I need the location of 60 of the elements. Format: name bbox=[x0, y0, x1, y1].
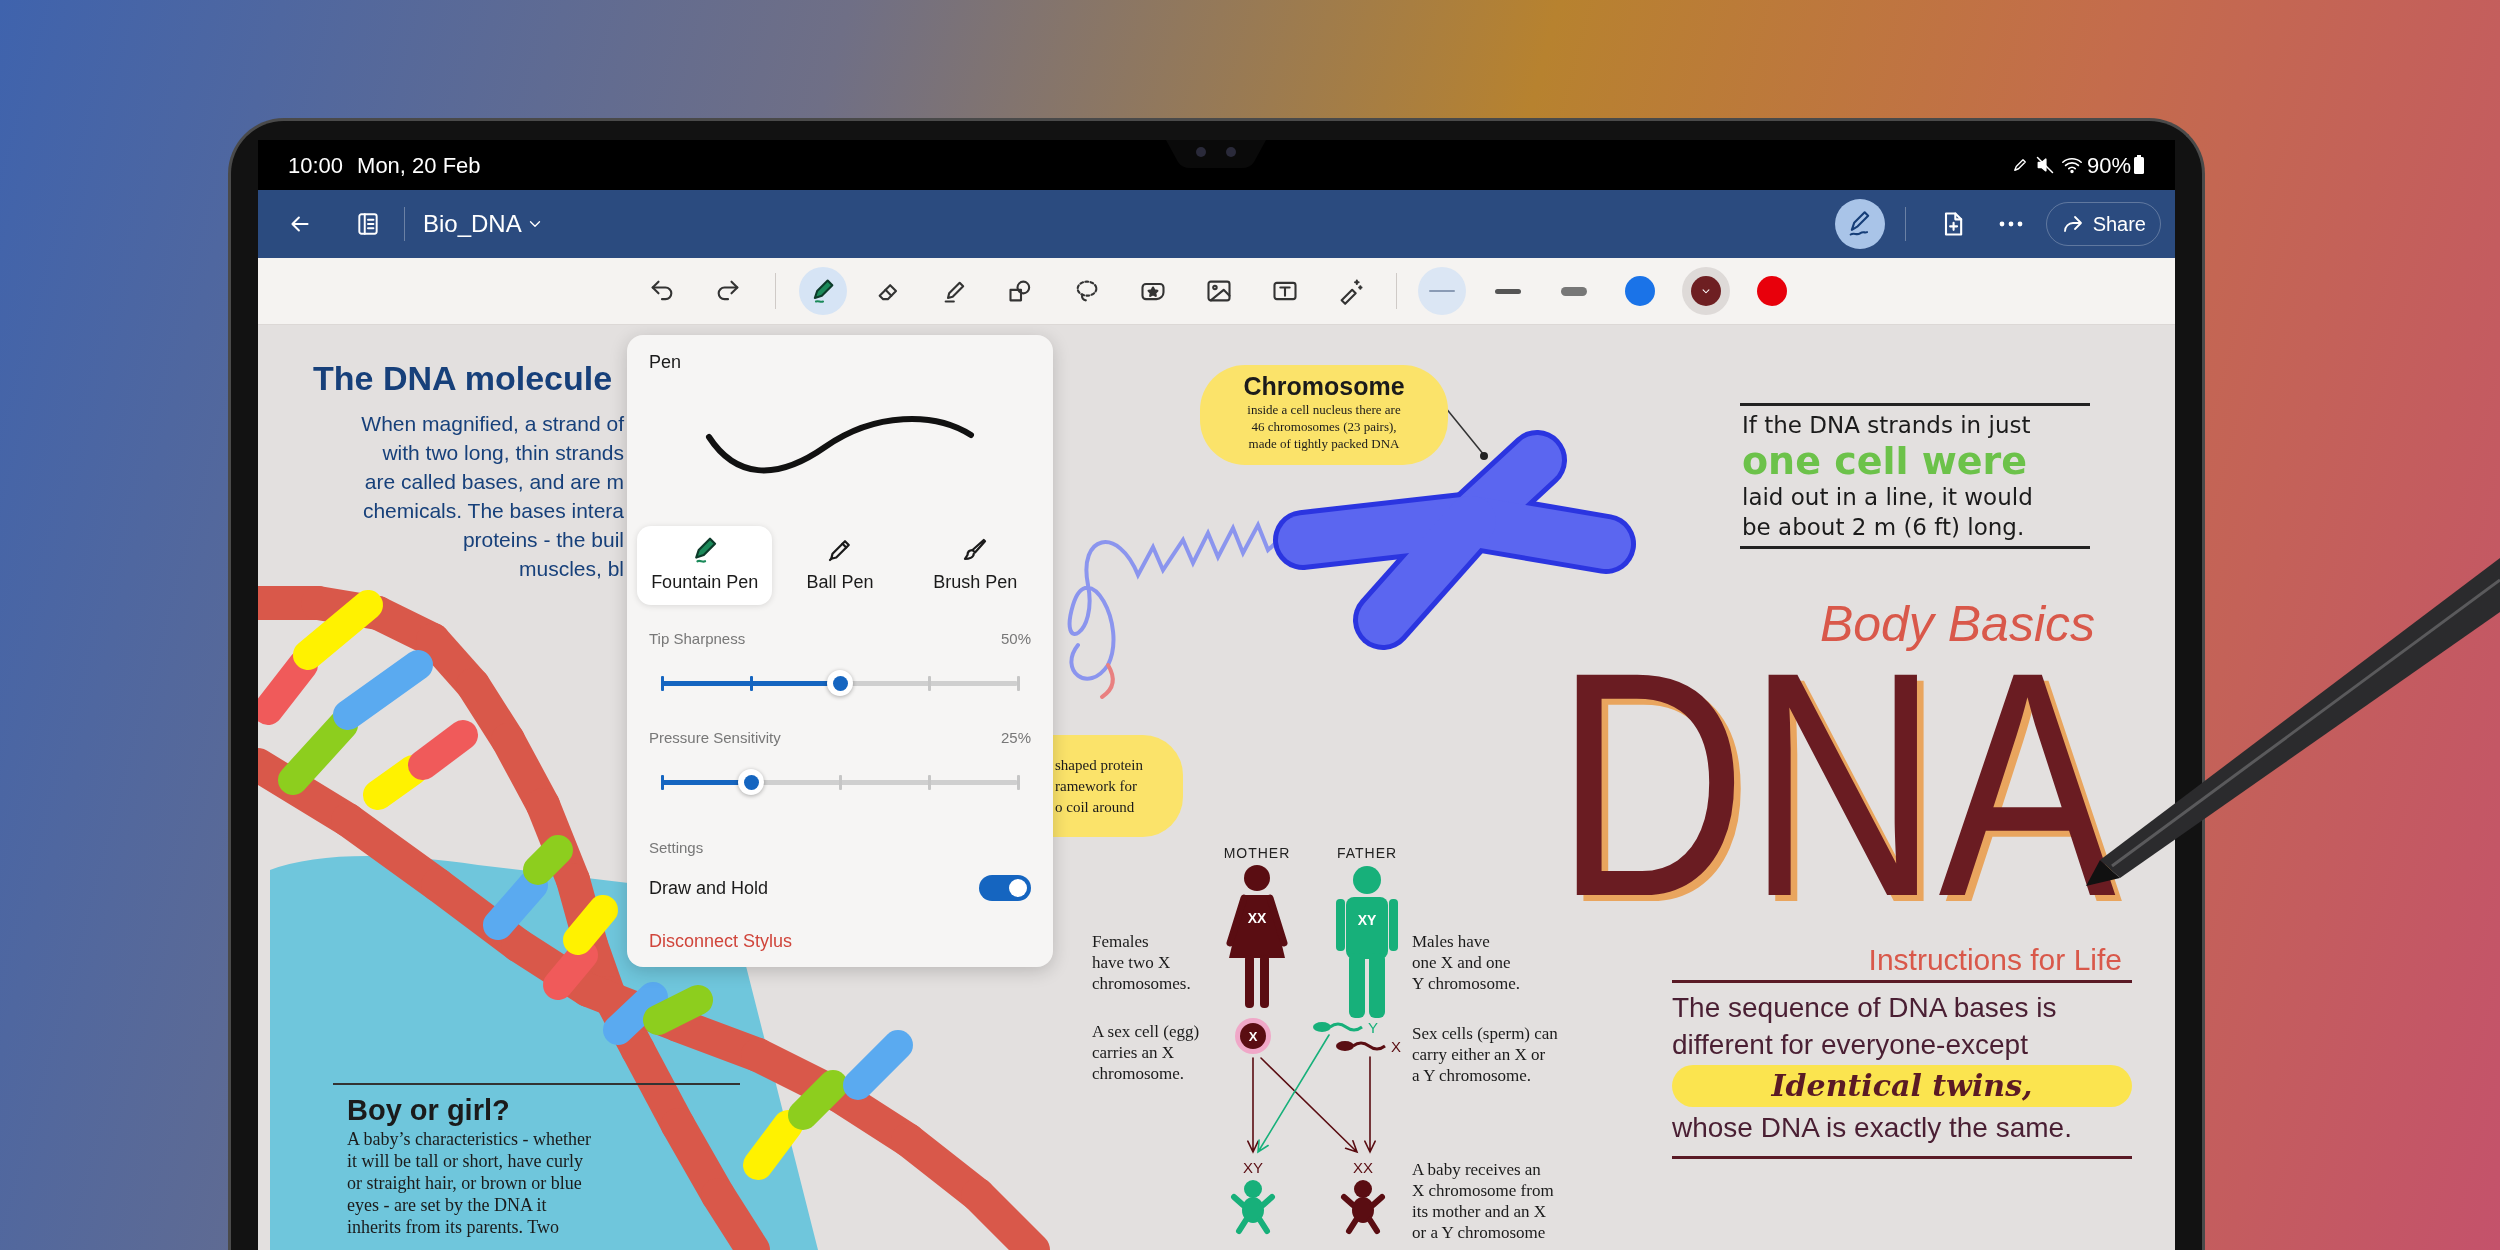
note-paragraph: Males have one X and one Y chromosome. bbox=[1412, 931, 1520, 994]
paragraph: A baby’s characteristics - whether it will be tall or short, have curly or straight hair, or brown or blue eyes - are set by the DNA it inherits from its parents. Two bbox=[347, 1128, 591, 1238]
base-pair-bar bbox=[523, 835, 573, 885]
popup-title: Pen bbox=[649, 350, 682, 374]
slider-thumb[interactable] bbox=[827, 670, 853, 696]
chromosome-label: XY bbox=[1357, 912, 1377, 928]
pen-type-option[interactable]: Ball Pen bbox=[772, 526, 908, 605]
pen-type-option[interactable]: Fountain Pen bbox=[637, 526, 773, 605]
callout-text: inside a cell nucleus there are 46 chromosomes (23 pairs), made of tightly packed DNA bbox=[1247, 401, 1401, 452]
note-paragraph: A baby receives an X chromosome from its mother and an X or a Y chromosome bbox=[1412, 1159, 1554, 1243]
toggle-switch[interactable] bbox=[979, 875, 1031, 901]
title-lettering: DNA bbox=[1555, 659, 2116, 909]
pen-type-option[interactable]: Brush Pen bbox=[907, 526, 1043, 605]
note-title-menu[interactable]: Bio_DNA bbox=[423, 206, 544, 242]
parent-label: MOTHER bbox=[1223, 845, 1291, 861]
chromosome-label: X bbox=[1391, 1038, 1401, 1055]
section-heading: Settings bbox=[649, 837, 704, 858]
slider-value: 25% bbox=[1000, 727, 1031, 748]
heading: Boy or girl? bbox=[347, 1093, 510, 1128]
note-paragraph: A sex cell (egg) carries an X chromosome. bbox=[1092, 1021, 1200, 1084]
base-pair-bar bbox=[788, 1070, 848, 1130]
base-pair-bar bbox=[843, 1030, 913, 1100]
pen-tool[interactable] bbox=[798, 267, 847, 315]
date-text: Mon, 20 Feb bbox=[357, 151, 481, 180]
egg-cell bbox=[1235, 1018, 1271, 1054]
handwritten-paragraph: When magnified, a strand of with two long, thin strands are called bases, and are m chemicals. The bases intera proteins - the buil muscles, bl bbox=[360, 411, 624, 582]
note-paragraph: Sex cells (sperm) can carry either an X or a Y chromosome. bbox=[1412, 1023, 1558, 1086]
base-pair-bar bbox=[643, 985, 713, 1035]
slider-label: Pressure Sensitivity bbox=[649, 727, 781, 748]
subheading: Instructions for Life bbox=[1868, 942, 2122, 978]
base-pair-bar bbox=[603, 982, 668, 1045]
mute-icon bbox=[2034, 155, 2055, 175]
slider-label: Tip Sharpness bbox=[649, 628, 746, 649]
setting-label: Draw and Hold bbox=[649, 876, 769, 900]
chromosome-label: Y bbox=[1368, 1019, 1378, 1036]
more-icon bbox=[1998, 221, 2023, 227]
chromosome-label: XX bbox=[1353, 1159, 1373, 1176]
base-pair-bar bbox=[563, 895, 618, 955]
callout-text: shaped protein ramework for o coil around bbox=[1055, 756, 1143, 817]
paragraph: The sequence of DNA bases is different for everyone-except Identical twins, whose DNA is exactly the same. bbox=[1672, 989, 2132, 1146]
battery-percentage: 90% bbox=[2086, 151, 2131, 180]
parent-label: FATHER bbox=[1336, 845, 1398, 861]
notebook-icon bbox=[355, 211, 381, 237]
base-pair-bar bbox=[408, 720, 478, 780]
disconnect-stylus-link[interactable]: Disconnect Stylus bbox=[649, 927, 793, 955]
battery-icon bbox=[2133, 155, 2145, 175]
chromosome-label: X bbox=[1248, 1029, 1258, 1044]
chromosome-label: XY bbox=[1243, 1159, 1263, 1176]
heading: Body Basics bbox=[1819, 595, 2095, 654]
base-pair-bar bbox=[743, 1110, 803, 1180]
chromosome-label: XX bbox=[1247, 910, 1267, 926]
color-option[interactable] bbox=[1681, 267, 1730, 315]
note-paragraph: Females have two X chromosomes. bbox=[1092, 931, 1191, 994]
stylus-button[interactable] bbox=[1834, 199, 1885, 249]
slider-thumb[interactable] bbox=[738, 769, 764, 795]
callout-title: Chromosome bbox=[1243, 371, 1405, 401]
heading: The DNA molecule bbox=[313, 358, 613, 399]
clock-time: 10:00 bbox=[288, 151, 344, 180]
slider-value: 50% bbox=[1000, 628, 1031, 649]
handwritten-paragraph: If the DNA strands in just one cell were laid out in a line, it would be about 2 m (6 ft) long. bbox=[1742, 411, 2033, 542]
